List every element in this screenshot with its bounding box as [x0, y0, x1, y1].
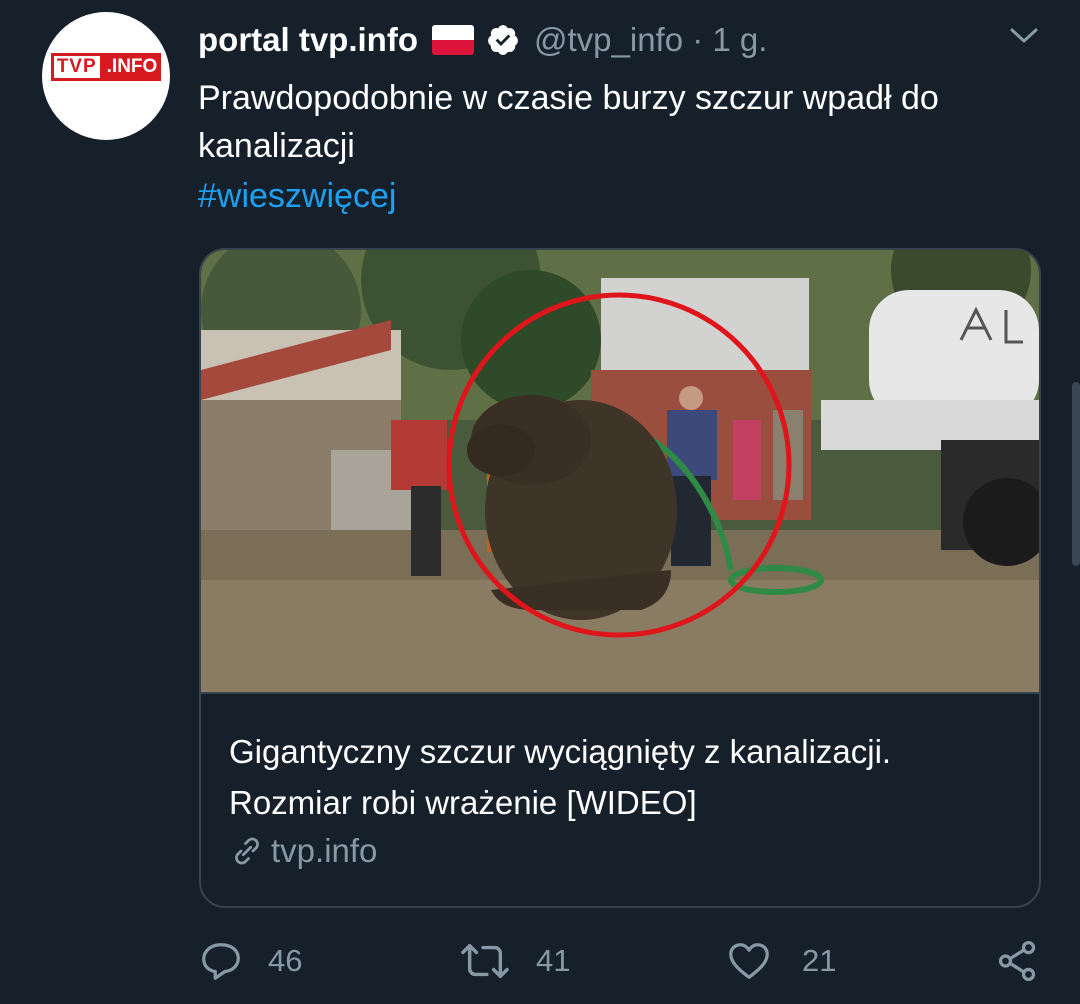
avatar[interactable]: TVP .INFO	[42, 12, 170, 140]
card-domain[interactable]: tvp.info	[229, 832, 377, 870]
reply-icon	[202, 943, 240, 980]
handle-and-time[interactable]: @tvp_info · 1 g.	[534, 21, 767, 59]
link-card[interactable]: Gigantyczny szczur wyciągnięty z kanaliz…	[199, 248, 1041, 908]
tweet-actions: 46 41 21	[198, 936, 1042, 986]
tweet-header: portal tvp.info @tvp_info · 1 g.	[198, 18, 767, 62]
verified-badge-icon	[488, 25, 518, 55]
card-domain-text: tvp.info	[271, 832, 378, 869]
card-title[interactable]: Gigantyczny szczur wyciągnięty z kanaliz…	[229, 726, 1019, 828]
card-divider	[201, 692, 1039, 694]
like-count: 21	[802, 943, 837, 978]
heart-icon	[729, 943, 769, 979]
reply-count: 46	[268, 943, 303, 978]
news-photo-giant-rat	[201, 250, 1039, 692]
tweet-text: Prawdopodobnie w czasie burzy szczur wpa…	[198, 79, 939, 165]
poland-flag-icon	[431, 25, 474, 55]
share-icon	[998, 940, 1036, 982]
scrollbar[interactable]	[1072, 382, 1080, 566]
reply-button[interactable]: 46	[198, 936, 302, 986]
link-icon	[235, 837, 259, 865]
retweet-count: 41	[536, 943, 571, 978]
tvp-info-logo: TVP .INFO	[50, 53, 162, 81]
display-name[interactable]: portal tvp.info	[198, 21, 418, 59]
chevron-down-icon[interactable]	[1008, 24, 1040, 48]
retweet-button[interactable]: 41	[460, 936, 570, 986]
like-button[interactable]: 21	[726, 936, 836, 986]
card-image[interactable]	[201, 250, 1039, 692]
hashtag-link[interactable]: #wieszwięcej	[198, 177, 396, 216]
retweet-icon	[461, 943, 509, 979]
share-button[interactable]	[994, 936, 1040, 986]
